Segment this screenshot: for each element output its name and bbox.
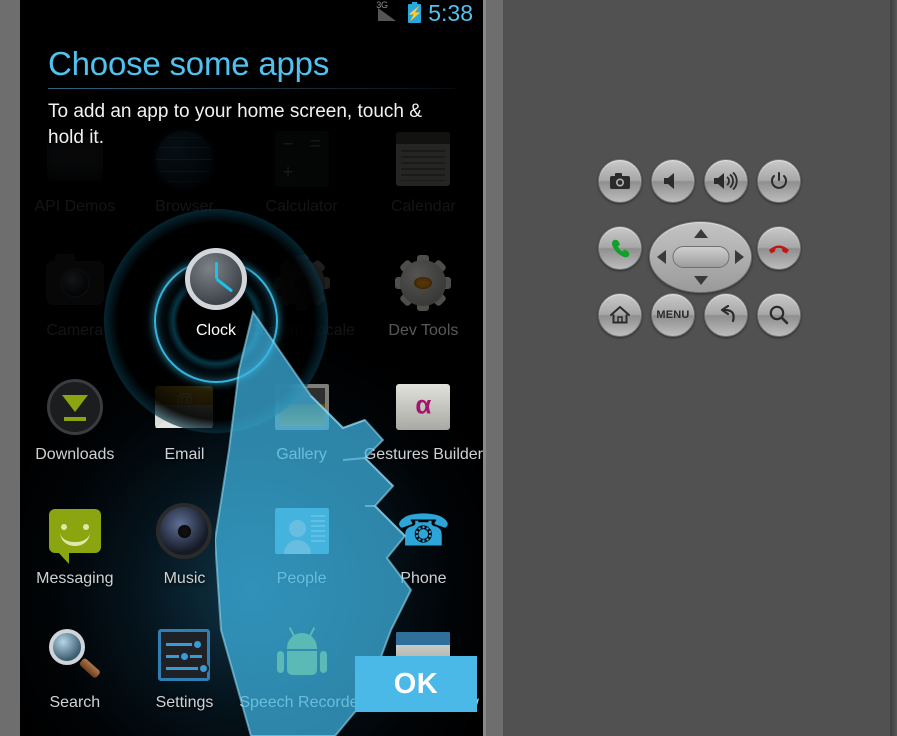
app-item-gestures-builder[interactable]: Gestures Builder bbox=[364, 368, 483, 492]
menu-button[interactable]: MENU bbox=[651, 293, 695, 337]
envelope-icon bbox=[153, 376, 215, 438]
emulator-window: 3G ⚡ 5:38 API Demos Browser − = + Calcul… bbox=[0, 0, 897, 736]
app-item-downloads[interactable]: Downloads bbox=[20, 368, 130, 492]
app-item-camera[interactable]: Camera bbox=[20, 244, 130, 368]
home-button[interactable] bbox=[598, 293, 642, 337]
dpad-down-icon[interactable] bbox=[693, 276, 708, 285]
magnifier-icon bbox=[44, 624, 106, 686]
charging-bolt-icon: ⚡ bbox=[406, 5, 423, 21]
battery-charging-icon: ⚡ bbox=[406, 1, 423, 23]
download-icon bbox=[44, 376, 106, 438]
power-button[interactable] bbox=[757, 159, 801, 203]
device-frame: 3G ⚡ 5:38 API Demos Browser − = + Calcul… bbox=[0, 0, 503, 736]
app-label: Clock bbox=[195, 322, 236, 339]
dpad-control[interactable] bbox=[649, 221, 752, 293]
gear-icon bbox=[271, 252, 333, 314]
app-item-speech-recorder[interactable]: Speech Recorder bbox=[239, 616, 364, 736]
dpad-left-icon[interactable] bbox=[657, 250, 666, 264]
app-item-clock[interactable]: Clock bbox=[183, 248, 249, 340]
phone-screen[interactable]: 3G ⚡ 5:38 API Demos Browser − = + Calcul… bbox=[20, 0, 483, 736]
volume-up-button[interactable] bbox=[704, 159, 748, 203]
app-label: Downloads bbox=[35, 446, 115, 463]
title-divider bbox=[48, 88, 455, 90]
status-clock: 5:38 bbox=[428, 0, 473, 26]
gear-icon bbox=[392, 252, 454, 314]
app-item-settings[interactable]: Settings bbox=[130, 616, 240, 736]
app-label: Messaging bbox=[36, 570, 114, 587]
app-item-email[interactable]: Email bbox=[130, 368, 240, 492]
app-item-dev-tools[interactable]: Dev Tools bbox=[364, 244, 483, 368]
app-label: People bbox=[276, 570, 327, 587]
message-icon bbox=[44, 500, 106, 564]
dpad-center-button[interactable] bbox=[672, 246, 729, 268]
signal-bars-icon bbox=[378, 8, 397, 21]
app-label: Browser bbox=[155, 198, 214, 215]
phone-icon bbox=[392, 500, 454, 562]
gallery-icon bbox=[271, 376, 333, 438]
app-item-music[interactable]: Music bbox=[130, 492, 240, 616]
end-call-button[interactable] bbox=[757, 226, 801, 270]
page-title: Choose some apps bbox=[48, 45, 330, 82]
tutorial-subtitle: To add an app to your home screen, touch… bbox=[48, 101, 422, 148]
app-label: Email bbox=[164, 446, 205, 463]
back-arrow-icon bbox=[720, 305, 735, 323]
app-label: Gestures Builder bbox=[363, 446, 483, 463]
contacts-icon bbox=[271, 500, 333, 562]
app-label: Settings bbox=[155, 694, 214, 711]
app-label: Phone bbox=[400, 570, 447, 587]
android-icon bbox=[271, 624, 333, 686]
ok-button-label: OK bbox=[393, 667, 439, 700]
dpad-up-icon[interactable] bbox=[693, 229, 708, 238]
back-button[interactable] bbox=[704, 293, 748, 337]
app-label: Search bbox=[49, 694, 101, 711]
app-label: Dev Tools bbox=[388, 322, 459, 339]
hardware-buttons: MENU bbox=[503, 155, 897, 355]
volume-down-icon bbox=[664, 173, 674, 189]
signal-icon: 3G bbox=[375, 0, 401, 23]
app-item-search[interactable]: Search bbox=[20, 616, 130, 736]
app-label: Gallery bbox=[276, 446, 327, 463]
camera-icon bbox=[44, 252, 106, 314]
app-grid: API Demos Browser − = + Calculator Calenda… bbox=[20, 120, 483, 736]
camera-icon bbox=[610, 173, 630, 189]
app-item-custom-locale[interactable]: Custom Locale bbox=[239, 244, 364, 368]
call-icon bbox=[612, 239, 630, 258]
app-item-phone[interactable]: Phone bbox=[364, 492, 483, 616]
app-item-people[interactable]: People bbox=[239, 492, 364, 616]
menu-button-label: MENU bbox=[656, 308, 690, 321]
speaker-icon bbox=[153, 500, 215, 562]
power-icon bbox=[771, 172, 787, 189]
clock-icon bbox=[185, 248, 247, 310]
app-item-gallery[interactable]: Gallery bbox=[239, 368, 364, 492]
emulator-control-panel: MENU 1! 2@ 3# 4$ bbox=[503, 0, 897, 736]
gestures-icon bbox=[392, 376, 454, 438]
camera-button[interactable] bbox=[598, 159, 642, 203]
app-label: Calendar bbox=[390, 198, 456, 215]
search-button[interactable] bbox=[757, 293, 801, 337]
call-button[interactable] bbox=[598, 226, 642, 270]
home-icon bbox=[610, 306, 630, 324]
end-call-icon bbox=[769, 245, 789, 254]
dpad-right-icon[interactable] bbox=[735, 250, 744, 264]
app-label: Calculator bbox=[265, 198, 338, 215]
tutorial-header: Choose some apps To add an app to your h… bbox=[20, 45, 483, 151]
app-label: Music bbox=[163, 570, 206, 587]
status-bar: 3G ⚡ 5:38 bbox=[20, 0, 483, 26]
sliders-icon bbox=[153, 624, 215, 686]
search-icon bbox=[769, 305, 789, 325]
app-item-messaging[interactable]: Messaging bbox=[20, 492, 130, 616]
panel-right-edge bbox=[890, 0, 897, 736]
volume-up-icon bbox=[714, 172, 738, 190]
app-label: API Demos bbox=[34, 198, 116, 215]
volume-down-button[interactable] bbox=[651, 159, 695, 203]
app-label: Speech Recorder bbox=[239, 694, 364, 711]
ok-button[interactable]: OK bbox=[355, 656, 477, 712]
device-frame-seam bbox=[483, 0, 486, 736]
app-label: Camera bbox=[46, 322, 104, 339]
app-label: Custom Locale bbox=[248, 322, 355, 339]
